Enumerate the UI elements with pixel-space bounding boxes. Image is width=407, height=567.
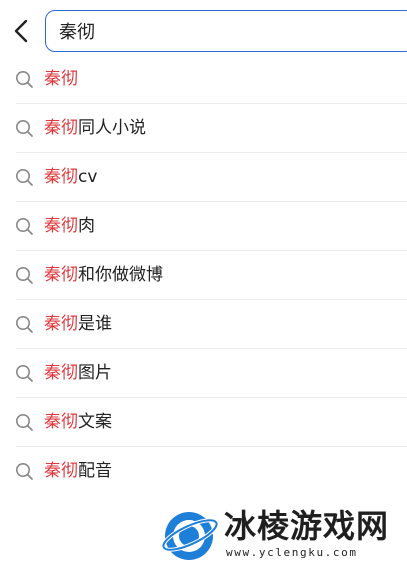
search-icon (16, 218, 33, 235)
suggestion-text: 秦彻配音 (44, 459, 112, 483)
watermark-url: www.yclengku.com (226, 546, 358, 559)
watermark: 冰棱游戏网 www.yclengku.com (160, 502, 407, 567)
suggestion-match: 秦彻 (44, 118, 78, 138)
search-icon (16, 120, 33, 137)
suggestion-text: 秦彻文案 (44, 410, 112, 434)
suggestion-rest: 配音 (78, 461, 112, 481)
suggestion-rest: cv (78, 167, 98, 187)
suggestion-item[interactable]: 秦彻图片 (0, 349, 407, 398)
suggestion-match: 秦彻 (44, 216, 78, 236)
watermark-title: 冰棱游戏网 (224, 507, 390, 545)
back-button[interactable] (8, 14, 36, 48)
suggestion-item[interactable]: 秦彻同人小说 (0, 104, 407, 153)
search-icon (16, 71, 33, 88)
search-icon (16, 267, 33, 284)
search-icon (16, 414, 33, 431)
suggestion-text: 秦彻肉 (44, 214, 95, 238)
suggestion-rest: 同人小说 (78, 118, 146, 138)
chevron-left-icon (14, 19, 28, 43)
suggestion-rest: 和你做微博 (78, 265, 163, 285)
suggestion-text: 秦彻同人小说 (44, 116, 146, 140)
suggestion-match: 秦彻 (44, 167, 78, 187)
search-input[interactable] (59, 11, 399, 50)
suggestion-text: 秦彻和你做微博 (44, 263, 163, 287)
search-header (0, 0, 407, 62)
search-icon (16, 463, 33, 480)
suggestion-match: 秦彻 (44, 69, 78, 89)
suggestion-rest: 文案 (78, 412, 112, 432)
suggestion-text: 秦彻cv (44, 165, 97, 189)
search-box[interactable] (45, 10, 407, 52)
search-icon (16, 365, 33, 382)
watermark-logo-icon (161, 512, 219, 560)
suggestion-text: 秦彻是谁 (44, 312, 112, 336)
suggestion-rest: 图片 (78, 363, 112, 383)
suggestion-match: 秦彻 (44, 314, 78, 334)
suggestion-match: 秦彻 (44, 265, 78, 285)
suggestion-match: 秦彻 (44, 412, 78, 432)
suggestion-list: 秦彻 秦彻同人小说 秦彻cv 秦彻肉 秦彻和你做微博 秦彻是谁 秦彻图片 秦彻文案 秦彻配音 (0, 55, 407, 496)
suggestion-item[interactable]: 秦彻cv (0, 153, 407, 202)
suggestion-match: 秦彻 (44, 363, 78, 383)
search-icon (16, 316, 33, 333)
suggestion-item[interactable]: 秦彻肉 (0, 202, 407, 251)
suggestion-rest: 肉 (78, 216, 95, 236)
suggestion-rest: 是谁 (78, 314, 112, 334)
suggestion-match: 秦彻 (44, 461, 78, 481)
suggestion-text: 秦彻图片 (44, 361, 112, 385)
suggestion-text: 秦彻 (44, 67, 78, 91)
suggestion-item[interactable]: 秦彻文案 (0, 398, 407, 447)
suggestion-item[interactable]: 秦彻 (0, 55, 407, 104)
suggestion-item[interactable]: 秦彻是谁 (0, 300, 407, 349)
search-icon (16, 169, 33, 186)
suggestion-item[interactable]: 秦彻和你做微博 (0, 251, 407, 300)
suggestion-item[interactable]: 秦彻配音 (0, 447, 407, 496)
